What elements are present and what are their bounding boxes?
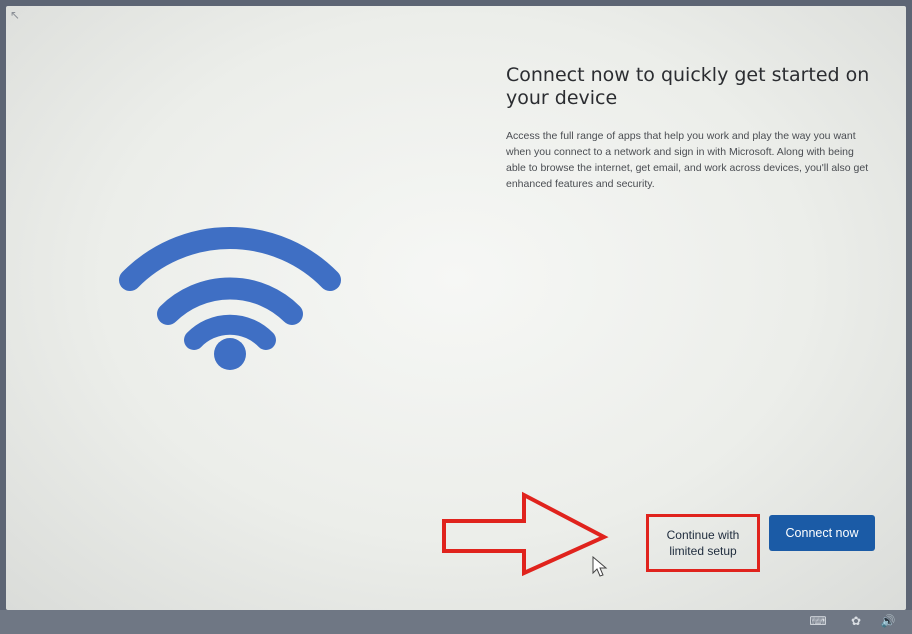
page-title: Connect now to quickly get started on yo… xyxy=(506,64,870,109)
taskbar xyxy=(0,610,912,634)
red-arrow-icon xyxy=(442,491,609,577)
continue-limited-setup-button[interactable]: Continue with limited setup xyxy=(646,514,760,572)
accessibility-icon[interactable]: ✿ xyxy=(846,612,866,630)
keyboard-icon[interactable]: ⌨ xyxy=(808,612,828,630)
connect-now-button[interactable]: Connect now xyxy=(769,515,875,551)
wifi-icon xyxy=(119,227,341,370)
continue-limited-setup-label: Continue with limited setup xyxy=(666,528,740,558)
volume-icon[interactable]: 🔊 xyxy=(878,612,898,630)
page-description: Access the full range of apps that help … xyxy=(506,130,869,190)
back-icon[interactable]: ↖ xyxy=(10,9,24,21)
mouse-cursor-icon xyxy=(592,556,608,577)
